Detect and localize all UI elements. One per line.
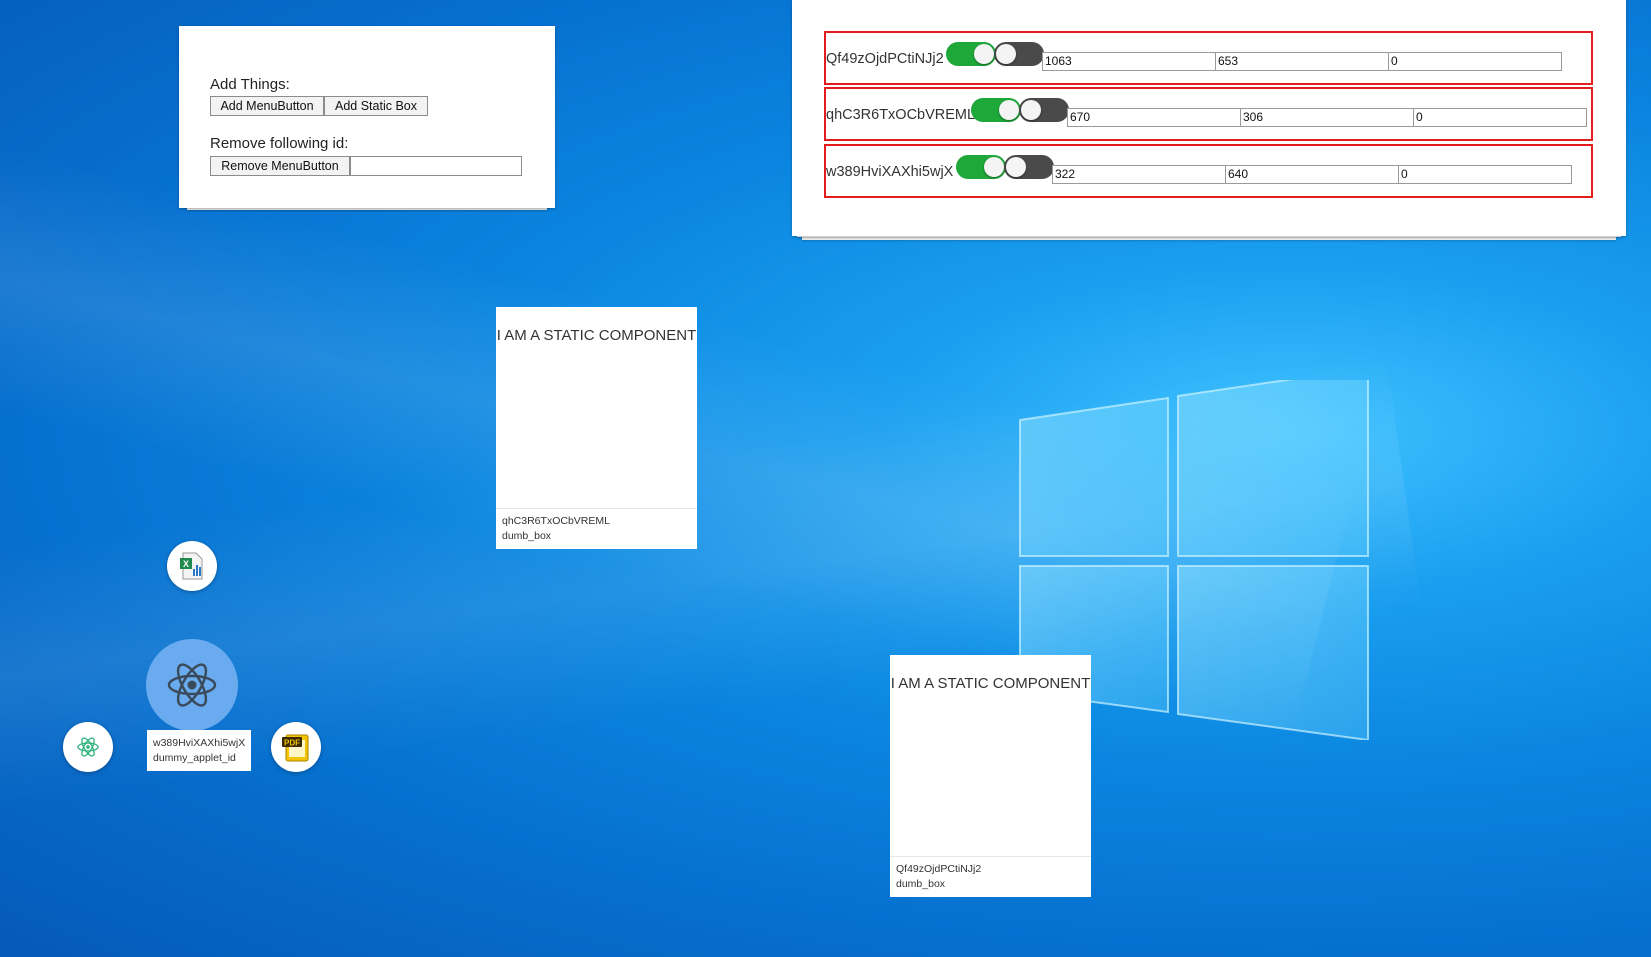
- pdf-file-icon: PDF: [282, 734, 309, 762]
- applet-row: Qf49zOjdPCtiNJj2 1063 653 0: [824, 31, 1593, 85]
- static-component-text: I AM A STATIC COMPONENT: [890, 675, 1091, 692]
- toggle-switch-off[interactable]: [994, 42, 1044, 66]
- value-field-y[interactable]: 306: [1240, 108, 1414, 127]
- value-field-y[interactable]: 653: [1215, 52, 1389, 71]
- value-field-x[interactable]: 1063: [1042, 52, 1216, 71]
- value-field-z[interactable]: 0: [1413, 108, 1587, 127]
- applet-id: w389HviXAXhi5wjX: [826, 164, 954, 180]
- menu-button-type: dummy_applet_id: [153, 752, 236, 764]
- static-box-footer: Qf49zOjdPCtiNJj2 dumb_box: [890, 856, 1091, 897]
- add-things-label: Add Things:: [210, 76, 290, 93]
- value-field-z[interactable]: 0: [1398, 165, 1572, 184]
- applet-row: qhC3R6TxOCbVREML 670 306 0: [824, 87, 1593, 141]
- toggle-switch-off[interactable]: [1019, 98, 1069, 122]
- spreadsheet-app-icon[interactable]: X: [167, 541, 217, 591]
- react-app-icon[interactable]: [63, 722, 113, 772]
- toggle-switch-on[interactable]: [946, 42, 996, 66]
- react-icon: [167, 663, 217, 707]
- menu-button-id: w389HviXAXhi5wjX: [153, 737, 246, 749]
- static-box-footer: qhC3R6TxOCbVREML dumb_box: [496, 508, 697, 549]
- toggle-switch-off[interactable]: [1004, 155, 1054, 179]
- add-static-box-button[interactable]: Add Static Box: [324, 96, 428, 116]
- remove-menubutton-button[interactable]: Remove MenuButton: [210, 156, 350, 176]
- svg-text:PDF: PDF: [284, 739, 300, 748]
- applet-id: Qf49zOjdPCtiNJj2: [826, 51, 944, 67]
- value-field-z[interactable]: 0: [1388, 52, 1562, 71]
- react-small-icon: [77, 737, 99, 757]
- remove-id-input[interactable]: [350, 156, 522, 176]
- remove-id-label: Remove following id:: [210, 135, 349, 152]
- applet-row: w389HviXAXhi5wjX 322 640 0: [824, 144, 1593, 198]
- static-component-box[interactable]: I AM A STATIC COMPONENT qhC3R6TxOCbVREML…: [496, 307, 697, 549]
- control-panel: Add Things: Add MenuButton Add Static Bo…: [179, 26, 555, 208]
- value-field-x[interactable]: 322: [1052, 165, 1226, 184]
- applet-id: qhC3R6TxOCbVREML: [826, 107, 976, 123]
- static-box-id: Qf49zOjdPCtiNJj2: [896, 863, 982, 875]
- svg-text:X: X: [183, 559, 189, 569]
- excel-file-icon: X: [180, 552, 203, 580]
- static-component-box[interactable]: I AM A STATIC COMPONENT Qf49zOjdPCtiNJj2…: [890, 655, 1091, 897]
- static-box-type: dumb_box: [502, 530, 552, 542]
- static-component-text: I AM A STATIC COMPONENT: [496, 327, 697, 344]
- static-box-id: qhC3R6TxOCbVREML: [502, 515, 610, 527]
- add-menubutton-button[interactable]: Add MenuButton: [210, 96, 324, 116]
- value-field-y[interactable]: 640: [1225, 165, 1399, 184]
- applet-list-panel: Qf49zOjdPCtiNJj2 1063 653 0 qhC3R6TxOCbV…: [792, 0, 1626, 236]
- static-box-type: dumb_box: [896, 878, 946, 890]
- menu-button-label: w389HviXAXhi5wjX dummy_applet_id: [147, 730, 251, 771]
- menu-button-main[interactable]: [146, 639, 238, 731]
- toggle-switch-on[interactable]: [971, 98, 1021, 122]
- pdf-app-icon[interactable]: PDF: [271, 722, 321, 772]
- value-field-x[interactable]: 670: [1067, 108, 1241, 127]
- toggle-switch-on[interactable]: [956, 155, 1006, 179]
